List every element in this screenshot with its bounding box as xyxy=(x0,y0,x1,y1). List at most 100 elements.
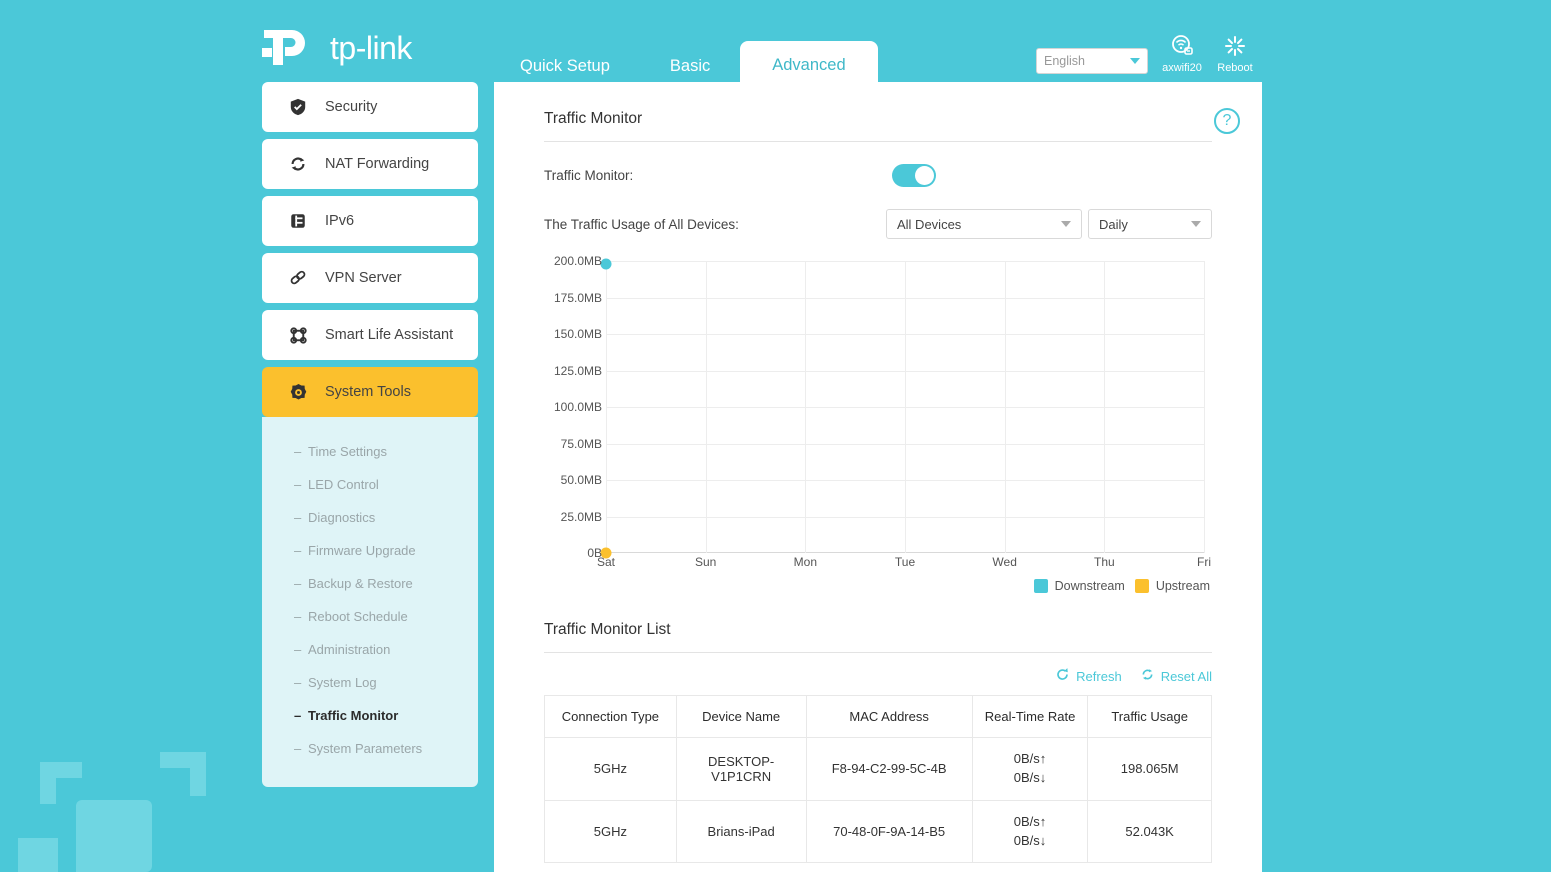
submenu-item-system-log[interactable]: System Log xyxy=(262,666,478,699)
traffic-usage-label: The Traffic Usage of All Devices: xyxy=(544,216,739,232)
sidebar-item-label: Security xyxy=(325,99,378,115)
traffic-list-title: Traffic Monitor List xyxy=(544,621,1212,653)
legend-swatch xyxy=(1134,579,1149,593)
chart-y-tick: 100.0MB xyxy=(553,400,602,414)
sidebar-item-smart-life-assistant[interactable]: Smart Life Assistant xyxy=(262,310,478,360)
chart-gridline xyxy=(606,261,607,553)
column-header-traffic-usage: Traffic Usage xyxy=(1087,695,1212,738)
sidebar-item-nat-forwarding[interactable]: NAT Forwarding xyxy=(262,139,478,189)
language-select[interactable]: English xyxy=(1036,48,1148,74)
decorative-shape xyxy=(18,838,58,872)
reboot-button[interactable]: Reboot xyxy=(1204,34,1266,74)
legend-item: Upstream xyxy=(1134,579,1210,593)
cell-mac-address: 70-48-0F-9A-14-B5 xyxy=(805,799,973,864)
tp-link-logo-mark xyxy=(262,26,324,70)
submenu-item-traffic-monitor[interactable]: Traffic Monitor xyxy=(262,699,478,732)
chart-gridline xyxy=(1204,261,1205,553)
decorative-shape xyxy=(190,752,206,796)
chart-y-tick: 0B xyxy=(587,546,602,560)
column-header-real-time-rate: Real-Time Rate xyxy=(971,695,1089,738)
chart-x-tick: Sun xyxy=(694,555,717,569)
reset-all-button[interactable]: Reset All xyxy=(1140,667,1212,685)
submenu-item-led-control[interactable]: LED Control xyxy=(262,468,478,501)
sidebar-item-vpn-server[interactable]: VPN Server xyxy=(262,253,478,303)
chart-x-tick: Wed xyxy=(992,555,1017,569)
document-icon xyxy=(288,211,308,231)
chart-gridline xyxy=(705,261,707,553)
sidebar: Security NAT Forwarding IPv6 VPN Server … xyxy=(262,82,478,856)
reboot-icon xyxy=(1204,34,1266,60)
device-filter-value: All Devices xyxy=(897,216,962,232)
submenu-item-system-parameters[interactable]: System Parameters xyxy=(262,732,478,765)
submenu-item-diagnostics[interactable]: Diagnostics xyxy=(262,501,478,534)
traffic-monitor-toggle[interactable] xyxy=(892,164,936,187)
legend-label: Downstream xyxy=(1054,579,1125,593)
chart-x-tick: Sat xyxy=(596,555,616,569)
cell-traffic-usage: 52.043K xyxy=(1087,799,1212,864)
sidebar-item-label: NAT Forwarding xyxy=(325,156,430,172)
help-icon[interactable]: ? xyxy=(1214,108,1240,134)
sidebar-item-security[interactable]: Security xyxy=(262,82,478,132)
chart-data-point xyxy=(600,258,612,270)
submenu-item-firmware-upgrade[interactable]: Firmware Upgrade xyxy=(262,534,478,567)
legend-item: Downstream xyxy=(1033,579,1125,593)
chart-y-tick: 125.0MB xyxy=(553,363,602,378)
cell-real-time-rate: 0B/s↑ 0B/s↓ xyxy=(971,799,1089,864)
submenu-item-administration[interactable]: Administration xyxy=(262,633,478,666)
cell-traffic-usage: 198.065M xyxy=(1087,737,1212,801)
chart-x-tick: Tue xyxy=(894,555,916,569)
cell-device-name: DESKTOP-V1P1CRN xyxy=(675,737,807,801)
table-row[interactable]: 5GHz Brians-iPad 70-48-0F-9A-14-B5 0B/s↑ 0B/… xyxy=(544,799,1212,864)
sidebar-item-label: Smart Life Assistant xyxy=(325,327,454,343)
rate-up: 0B/s↑ xyxy=(1013,813,1047,829)
chart-y-tick: 200.0MB xyxy=(553,254,602,268)
device-filter-select[interactable]: All Devices xyxy=(886,209,1082,239)
chart-gridline xyxy=(805,261,807,553)
decorative-shape xyxy=(40,762,56,804)
brand-name: tp-link xyxy=(330,29,412,66)
legend-swatch xyxy=(1033,579,1048,593)
column-header-device-name: Device Name xyxy=(675,695,807,738)
chevron-down-icon xyxy=(1191,221,1201,227)
sidebar-item-ipv6[interactable]: IPv6 xyxy=(262,196,478,246)
sidebar-item-system-tools[interactable]: System Tools xyxy=(262,367,478,417)
period-filter-value: Daily xyxy=(1099,216,1128,232)
app-header: tp-link Quick Setup Basic Advanced Engli… xyxy=(0,0,1551,90)
column-header-mac-address: MAC Address xyxy=(805,695,973,738)
chart-legend: Downstream Upstream xyxy=(1033,579,1210,593)
page-title: Traffic Monitor xyxy=(544,110,1212,142)
chart-y-tick: 175.0MB xyxy=(553,290,602,305)
refresh-label: Refresh xyxy=(1076,668,1122,684)
table-header-row: Connection Type Device Name MAC Address … xyxy=(544,695,1212,738)
table-actions: Refresh Reset All xyxy=(544,667,1212,685)
filter-selects: All Devices Daily xyxy=(886,209,1212,239)
chain-link-icon xyxy=(288,268,308,288)
chart-gridline xyxy=(1104,261,1106,553)
submenu-item-reboot-schedule[interactable]: Reboot Schedule xyxy=(262,600,478,633)
chart-y-tick: 75.0MB xyxy=(560,436,602,451)
chart-plot-area xyxy=(600,258,1205,559)
cell-device-name: Brians-iPad xyxy=(675,799,807,864)
table-row[interactable]: 5GHz DESKTOP-V1P1CRN F8-94-C2-99-5C-4B 0B/s… xyxy=(544,737,1212,801)
language-value: English xyxy=(1044,54,1085,68)
chart-x-tick: Fri xyxy=(1197,555,1211,569)
traffic-chart: 200.0MB 175.0MB 150.0MB 125.0MB 100.0MB 75.0M… xyxy=(544,253,1212,603)
main-nav-tabs: Quick Setup Basic Advanced xyxy=(490,40,878,90)
chart-y-tick: 25.0MB xyxy=(560,509,602,524)
submenu-item-time-settings[interactable]: Time Settings xyxy=(262,435,478,468)
chart-y-tick: 50.0MB xyxy=(560,473,602,487)
chevron-down-icon xyxy=(1061,221,1071,227)
chevron-down-icon xyxy=(1130,58,1140,64)
traffic-monitor-table: Connection Type Device Name MAC Address … xyxy=(544,695,1212,864)
submenu-item-backup-restore[interactable]: Backup & Restore xyxy=(262,567,478,600)
rate-up: 0B/s↑ xyxy=(1013,751,1047,766)
legend-label: Upstream xyxy=(1155,579,1210,593)
reboot-label: Reboot xyxy=(1217,62,1253,74)
tp-link-logo: tp-link xyxy=(262,26,412,70)
cell-real-time-rate: 0B/s↑ 0B/s↓ xyxy=(971,737,1089,801)
chart-x-tick: Mon xyxy=(793,555,817,569)
period-filter-select[interactable]: Daily xyxy=(1088,209,1212,239)
refresh-button[interactable]: Refresh xyxy=(1055,667,1122,685)
traffic-monitor-toggle-label: Traffic Monitor: xyxy=(544,168,634,183)
sidebar-item-label: System Tools xyxy=(325,384,411,400)
